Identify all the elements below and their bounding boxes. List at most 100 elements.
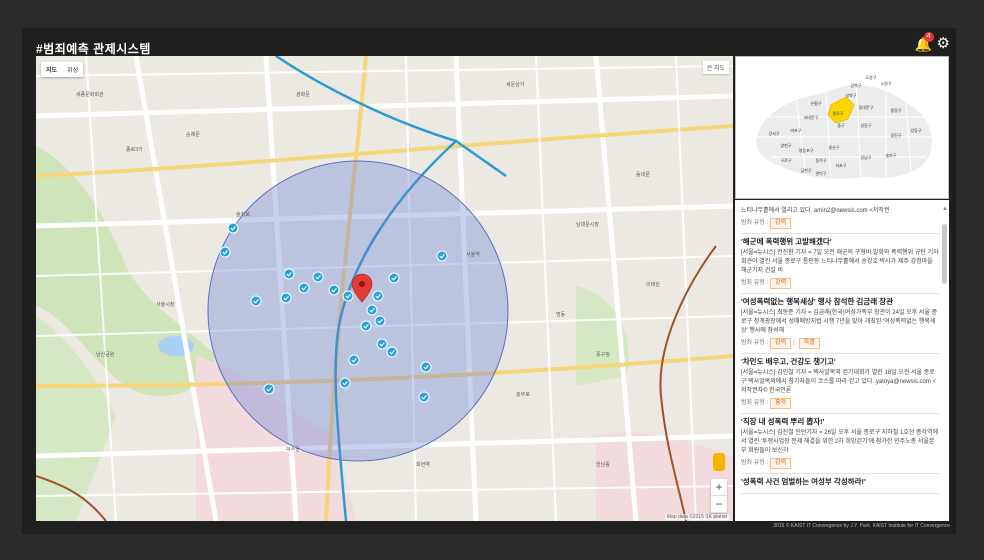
district-label[interactable]: 금천구 [800,167,811,173]
crime-incident-marker-icon[interactable] [263,383,275,395]
map-place-label: 서울시청 [156,301,174,308]
map-place-label: 충무로 [516,391,530,398]
news-title[interactable]: '여성폭력없는 행복세상' 행사 참석한 김금래 장관 [741,297,939,307]
crime-incident-marker-icon[interactable] [328,284,340,296]
crime-incident-marker-icon[interactable] [436,250,448,262]
crime-category-label: 범죄 유형 : [741,220,769,226]
crime-category-label: 범죄 유형 : [741,400,769,406]
news-article[interactable]: '차인도 배우고, 건강도 챙기고' [서울=뉴시스] 김인철 기자 = 택사알복… [741,354,939,414]
district-label[interactable]: 구로구 [780,158,791,163]
scroll-up-icon[interactable]: ▲ [942,206,948,212]
district-label[interactable]: 강서구 [768,130,779,136]
map-place-label: 세운상가 [506,81,525,88]
zoom-control: + − [711,479,727,513]
crime-incident-marker-icon[interactable] [348,354,360,366]
news-title[interactable]: '해군에 폭력행위 고발해겠다' [741,237,939,247]
district-label[interactable]: 은평구 [810,100,821,106]
large-map-link[interactable]: 큰 지도 [702,61,729,74]
news-body: [서울=뉴시스] 김진철 인턴기자 = 26일 오후 서울 종로구 지하철 1호… [741,430,939,454]
app-title: #범죄예측 관제시스템 [36,42,151,56]
district-label[interactable]: 서대문구 [804,114,819,120]
crime-tag[interactable]: 강력 [770,278,792,289]
news-title[interactable]: '성폭력 사건 엄벌하는 여성부 각성하라!' [741,477,939,487]
district-label[interactable]: 영등포구 [799,147,814,153]
crime-incident-marker-icon[interactable] [388,272,400,284]
news-body: [서울=뉴시스] 김인철 기자 = 택사알복외 걷기대회가 열린 18일 오전 … [741,370,937,394]
street-view-pegman-icon[interactable] [713,453,725,471]
crime-incident-marker-icon[interactable] [372,290,384,302]
crime-incident-marker-icon[interactable] [360,320,372,332]
news-body: [서울=뉴시스] 최동준 기자 = 김금래(한국)여성가족부 장관이 24일 오… [741,310,938,334]
district-label[interactable]: 동대문구 [859,104,874,110]
district-label[interactable]: 노원구 [880,80,891,86]
news-scrollbar[interactable]: ▲ [942,206,948,511]
news-body: [서울=뉴시스] 전진환 기자 = 7일 오전 해군의 구형비 발화와 폭력행위… [741,250,939,274]
news-feed[interactable]: 느티나무홀에서 열리고 있다. amin2@newsis.com <저작권 범죄 … [735,200,949,521]
news-article[interactable]: '해군에 폭력행위 고발해겠다' [서울=뉴시스] 전진환 기자 = 7일 오전 … [741,234,939,294]
crime-category-label: 범죄 유형 : [741,280,769,286]
district-label[interactable]: 관악구 [815,170,826,176]
district-label[interactable]: 성북구 [845,92,856,98]
news-article[interactable]: 느티나무홀에서 열리고 있다. amin2@newsis.com <저작권 범죄 … [741,204,939,234]
crime-category: 범죄 유형 : 흉악 [741,398,939,409]
crime-tag[interactable]: 강력 [770,338,792,349]
crime-incident-marker-icon[interactable] [374,315,386,327]
map-type-map-button[interactable]: 지도 [41,62,62,77]
news-title[interactable]: '직장 내 성폭력 뿌리 뽑자!' [741,417,939,427]
news-article[interactable]: '여성폭력없는 행복세상' 행사 참석한 김금래 장관 [서울=뉴시스] 최동준 … [741,294,939,354]
crime-category: 범죄 유형 : 강력 [741,218,939,229]
district-label[interactable]: 강북구 [850,82,861,88]
zoom-out-button[interactable]: − [711,496,727,513]
district-label[interactable]: 중구 [837,123,845,128]
district-label[interactable]: 강동구 [910,127,921,133]
district-label[interactable]: 광진구 [890,132,901,138]
footer-credit: 2015 © KAIST IT Convergence by J.Y. Park… [773,523,950,529]
district-label[interactable]: 마포구 [790,127,801,133]
crime-tag[interactable]: 흉악 [770,398,792,409]
district-label[interactable]: 동작구 [815,157,826,163]
news-article[interactable]: '직장 내 성폭력 뿌리 뽑자!' [서울=뉴시스] 김진철 인턴기자 = 26일… [741,414,939,474]
crime-incident-marker-icon[interactable] [312,271,324,283]
crime-tag[interactable]: 특별 [798,338,820,349]
crime-incident-marker-icon[interactable] [283,268,295,280]
district-minimap[interactable]: 종로구중구 서대문구마포구용산구 성동구 동대문구 성북구광진구강남구서초구 송파구 강동구… [735,56,949,199]
crime-incident-marker-icon[interactable] [298,282,310,294]
district-label[interactable]: 서초구 [835,162,846,168]
tag-separator: | [793,340,795,346]
crime-incident-marker-icon[interactable] [250,295,262,307]
map-place-label: 광화문 [296,91,310,98]
crime-tag[interactable]: 강력 [770,218,792,229]
gear-icon[interactable]: ⚙ [937,36,950,51]
crime-incident-marker-icon[interactable] [418,391,430,403]
crime-incident-marker-icon[interactable] [420,361,432,373]
zoom-in-button[interactable]: + [711,479,727,496]
scroll-thumb[interactable] [942,224,947,284]
crime-tag[interactable]: 강력 [770,458,792,469]
news-title[interactable]: '차인도 배우고, 건강도 챙기고' [741,357,939,367]
crime-incident-marker-icon[interactable] [339,377,351,389]
crime-incident-marker-icon[interactable] [342,290,354,302]
map-place-label: 세종문화회관 [76,91,104,98]
crime-map[interactable]: 세운상가 종로3가 서울시청 덕수궁 명동 충무로 남산공원 회현역 동대문 을지로 서울역 한남동 남… [36,56,733,521]
district-label[interactable]: 종로구 [832,111,843,116]
map-place-label: 중구청 [596,352,610,358]
district-label[interactable]: 도봉구 [865,74,876,80]
map-canvas[interactable]: 세운상가종로3가서울시청덕수궁 명동충무로 남산공원회현역 동대문을지로서울역한남동 남… [36,56,733,521]
crime-incident-marker-icon[interactable] [280,292,292,304]
crime-incident-marker-icon[interactable] [376,338,388,350]
district-label[interactable]: 양천구 [780,142,791,148]
district-label[interactable]: 강남구 [860,154,871,160]
crime-incident-marker-icon[interactable] [219,246,231,258]
district-label[interactable]: 송파구 [885,152,896,158]
crime-incident-marker-icon[interactable] [227,222,239,234]
notification-badge: 4 [923,31,934,42]
map-type-satellite-button[interactable]: 위성 [62,62,83,77]
district-label[interactable]: 중랑구 [890,107,901,113]
notification-bell-icon[interactable]: 🔔 4 [915,31,934,51]
crime-incident-marker-icon[interactable] [366,304,378,316]
crime-incident-marker-icon[interactable] [386,346,398,358]
news-article[interactable]: '성폭력 사건 엄벌하는 여성부 각성하라!' [741,474,939,494]
map-place-label: 이태원 [646,281,660,288]
district-label[interactable]: 성동구 [860,122,871,128]
district-label[interactable]: 용산구 [828,144,839,150]
